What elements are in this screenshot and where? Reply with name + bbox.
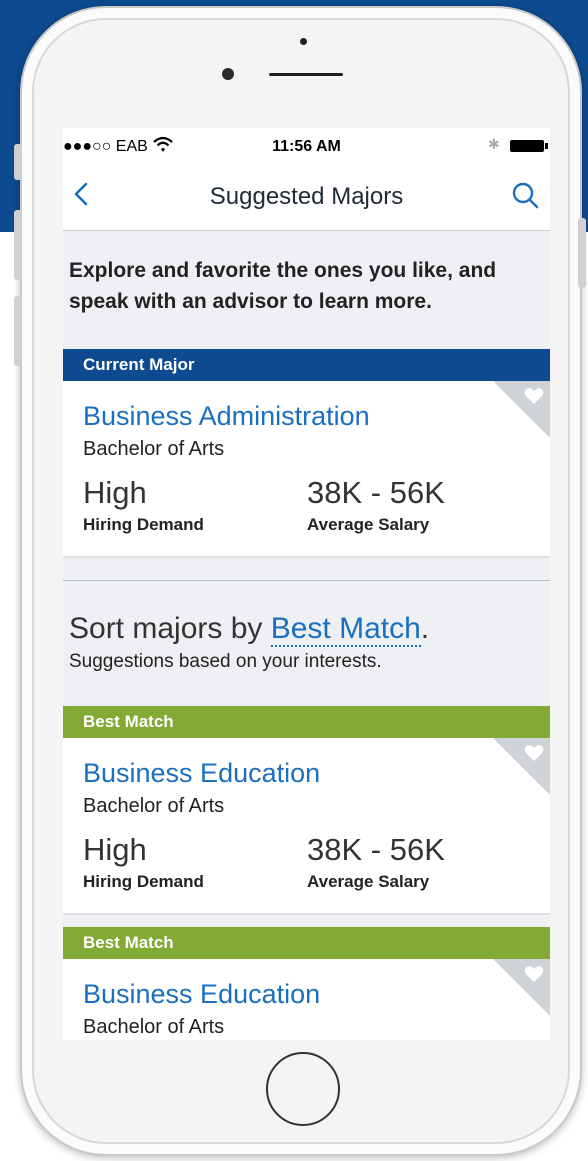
hiring-demand-value: High — [83, 832, 147, 867]
suggestion-card[interactable]: Best Match Business Education Bachelor o… — [63, 927, 550, 1040]
average-salary-label: Average Salary — [307, 515, 430, 534]
major-degree: Bachelor of Arts — [83, 1016, 225, 1038]
best-match-header: Best Match — [63, 927, 550, 959]
mute-switch — [14, 144, 22, 180]
suggestion-card[interactable]: Best Match Business Education Bachelor o… — [63, 706, 550, 913]
major-degree: Bachelor of Arts — [83, 795, 225, 817]
earpiece-speaker — [269, 73, 343, 76]
average-salary-value: 38K - 56K — [307, 475, 445, 510]
navigation-bar: Suggested Majors — [63, 166, 550, 231]
status-time: 11:56 AM — [272, 138, 341, 155]
sort-suffix: . — [420, 612, 430, 645]
hiring-demand-value: High — [83, 475, 147, 510]
app-screen: ●●●○○ EAB 11:56 AM ✱ Suggested Majors Ex… — [63, 128, 550, 1040]
home-button[interactable] — [266, 1052, 340, 1126]
heart-icon[interactable] — [524, 965, 544, 983]
volume-down-button — [14, 296, 22, 366]
power-button — [578, 218, 586, 288]
proximity-sensor — [300, 38, 307, 45]
battery-icon — [510, 140, 548, 152]
current-major-card[interactable]: Current Major Business Administration Ba… — [63, 349, 550, 556]
bluetooth-icon: ✱ — [488, 136, 500, 152]
heart-icon[interactable] — [524, 387, 544, 405]
hiring-demand-label: Hiring Demand — [83, 872, 204, 891]
sort-heading: Sort majors by Best Match. — [69, 612, 430, 647]
sort-option-link[interactable]: Best Match — [270, 612, 421, 647]
average-salary-value: 38K - 56K — [307, 832, 445, 867]
status-bar: ●●●○○ EAB 11:56 AM ✱ — [63, 128, 550, 166]
major-title[interactable]: Business Education — [83, 979, 320, 1010]
volume-up-button — [14, 210, 22, 280]
heart-icon[interactable] — [524, 744, 544, 762]
hiring-demand-label: Hiring Demand — [83, 515, 204, 534]
current-major-header: Current Major — [63, 349, 550, 381]
search-icon[interactable] — [510, 180, 540, 210]
page-title: Suggested Majors — [209, 183, 404, 210]
major-degree: Bachelor of Arts — [83, 438, 225, 460]
average-salary-label: Average Salary — [307, 872, 430, 891]
sort-prefix: Sort majors by — [69, 612, 271, 645]
sort-subtitle: Suggestions based on your interests. — [69, 651, 382, 672]
major-title[interactable]: Business Administration — [83, 401, 370, 432]
best-match-header: Best Match — [63, 706, 550, 738]
major-title[interactable]: Business Education — [83, 758, 320, 789]
front-camera — [222, 68, 234, 80]
intro-text: Explore and favorite the ones you like, … — [69, 259, 497, 313]
section-divider — [63, 580, 550, 581]
